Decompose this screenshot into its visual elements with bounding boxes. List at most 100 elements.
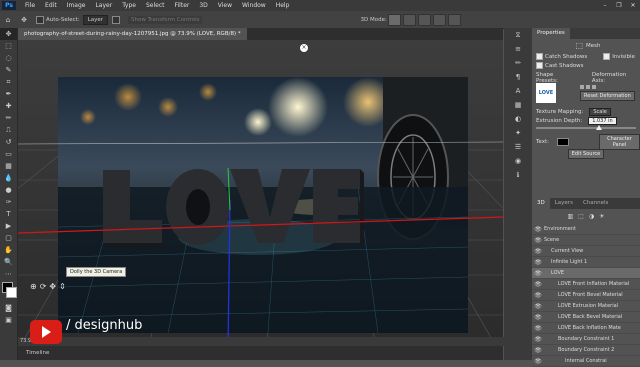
list-item[interactable]: 👁 LOVE Extrusion Material <box>532 301 640 312</box>
text-color-swatch[interactable] <box>556 137 569 146</box>
paragraph-icon[interactable]: ¶ <box>504 70 532 84</box>
reset-deformation-button[interactable]: Reset Deformation <box>580 91 635 101</box>
roll-camera-icon[interactable]: ⟳ <box>40 282 47 291</box>
libraries-icon[interactable]: ☰ <box>504 140 532 154</box>
list-item[interactable]: 👁 Current View <box>532 246 640 257</box>
list-item[interactable]: 👁 LOVE Front Inflation Material <box>532 279 640 290</box>
visibility-eye-icon[interactable]: 👁 <box>534 226 542 233</box>
tab-layers[interactable]: Layers <box>550 198 578 209</box>
extrusion-depth-input[interactable]: 1.037 in <box>588 116 617 125</box>
history-brush-icon[interactable]: ↺ <box>0 136 17 148</box>
minimize-button[interactable]: – <box>598 0 612 11</box>
color-icon[interactable]: ◉ <box>504 154 532 168</box>
edit-source-button[interactable]: Edit Source <box>567 149 605 159</box>
move-icon[interactable]: ✥ <box>0 28 17 40</box>
filter-light-icon[interactable]: ☀ <box>599 213 604 220</box>
stamp-icon[interactable]: ⎍ <box>0 124 17 136</box>
zoom-icon[interactable]: 🔍 <box>0 256 17 268</box>
filter-material-icon[interactable]: ◑ <box>589 213 594 220</box>
more-tools-icon[interactable]: ⋯ <box>0 268 17 280</box>
maximize-button[interactable]: ❐ <box>612 0 626 11</box>
menu-type[interactable]: Type <box>117 2 141 9</box>
dodge-icon[interactable]: ● <box>0 184 17 196</box>
screen-mode-icon[interactable]: ▣ <box>0 314 17 326</box>
auto-select-dropdown[interactable]: Layer <box>82 14 109 25</box>
gradient-icon[interactable]: ▦ <box>0 160 17 172</box>
crop-icon[interactable]: ⌗ <box>0 76 17 88</box>
texture-mapping-select[interactable]: Scale <box>589 107 611 116</box>
filter-scene-icon[interactable]: ▥ <box>568 213 574 220</box>
list-item[interactable]: 👁 Environment <box>532 224 640 235</box>
catch-shadows-checkbox[interactable] <box>536 53 543 60</box>
hand-icon[interactable]: ✋ <box>0 244 17 256</box>
list-item[interactable]: 👁 LOVE <box>532 268 640 279</box>
history-icon[interactable]: ⧖ <box>504 28 532 42</box>
menu-3d[interactable]: 3D <box>194 2 212 9</box>
menu-select[interactable]: Select <box>141 2 170 9</box>
swatches-icon[interactable]: ▦ <box>504 98 532 112</box>
roll-3d-icon[interactable] <box>402 13 416 26</box>
filter-mesh-icon[interactable]: ⬚ <box>578 213 584 220</box>
drag-3d-icon[interactable] <box>417 13 431 26</box>
list-item[interactable]: 👁 Boundary Constraint 1 <box>532 334 640 345</box>
character-icon[interactable]: A <box>504 84 532 98</box>
close-button[interactable]: ✕ <box>626 0 640 11</box>
dolly-camera-icon[interactable]: ⇕ <box>59 282 66 291</box>
brush-icon[interactable]: ✏ <box>0 112 17 124</box>
tab-3d[interactable]: 3D <box>532 198 550 209</box>
visibility-eye-icon[interactable]: 👁 <box>534 347 542 354</box>
auto-select-checkbox[interactable] <box>36 15 44 24</box>
close-document-icon[interactable]: × <box>300 44 308 52</box>
color-swatches[interactable] <box>0 280 17 302</box>
visibility-eye-icon[interactable]: 👁 <box>534 358 542 365</box>
styles-icon[interactable]: ✦ <box>504 126 532 140</box>
menu-view[interactable]: View <box>213 2 237 9</box>
character-panel-button[interactable]: Character Panel <box>598 133 640 150</box>
marquee-icon[interactable]: ⬚ <box>0 40 17 52</box>
invisible-checkbox[interactable] <box>603 53 611 60</box>
list-item[interactable]: 👁 Scene <box>532 235 640 246</box>
cast-shadows-checkbox[interactable] <box>536 62 543 69</box>
list-item[interactable]: 👁 LOVE Back Bevel Material <box>532 312 640 323</box>
visibility-eye-icon[interactable]: 👁 <box>534 281 542 288</box>
eyedropper-icon[interactable]: ✒ <box>0 88 17 100</box>
quick-select-icon[interactable]: ✎ <box>0 64 17 76</box>
list-item[interactable]: 👁 Infinite Light 1 <box>532 257 640 268</box>
quick-mask-icon[interactable]: ◙ <box>0 302 17 314</box>
menu-edit[interactable]: Edit <box>40 2 62 9</box>
path-select-icon[interactable]: ▶ <box>0 220 17 232</box>
canvas-area[interactable]: × ⊕ ⟳ ✥ ⇕ <box>18 40 503 350</box>
list-item[interactable]: 👁 Internal Constrai <box>532 356 640 367</box>
document-tab[interactable]: photography-of-street-during-rainy-day-1… <box>18 28 247 40</box>
menu-help[interactable]: Help <box>271 2 295 9</box>
show-transform-checkbox[interactable] <box>112 15 121 24</box>
visibility-eye-icon[interactable]: 👁 <box>534 314 542 321</box>
blur-icon[interactable]: 💧 <box>0 172 17 184</box>
extrusion-slider-thumb[interactable] <box>596 125 602 130</box>
pan-camera-icon[interactable]: ✥ <box>49 282 56 291</box>
list-item[interactable]: 👁 Boundary Constraint 2 <box>532 345 640 356</box>
menu-filter[interactable]: Filter <box>170 2 195 9</box>
menu-window[interactable]: Window <box>237 2 271 9</box>
visibility-eye-icon[interactable]: 👁 <box>534 259 542 266</box>
type-icon[interactable]: T <box>0 208 17 220</box>
shape-preset-thumbnail[interactable]: LOVE <box>536 83 556 103</box>
eraser-icon[interactable]: ▭ <box>0 148 17 160</box>
menu-file[interactable]: File <box>20 2 40 9</box>
visibility-eye-icon[interactable]: 👁 <box>534 270 542 277</box>
properties-icon[interactable]: ≡ <box>504 42 532 56</box>
visibility-eye-icon[interactable]: 👁 <box>534 325 542 332</box>
info-icon[interactable]: ℹ <box>504 168 532 182</box>
visibility-eye-icon[interactable]: 👁 <box>534 336 542 343</box>
orbit-3d-icon[interactable] <box>387 13 401 26</box>
lasso-icon[interactable]: ◌ <box>0 52 17 64</box>
tab-channels[interactable]: Channels <box>578 198 613 209</box>
list-item[interactable]: 👁 LOVE Front Bevel Material <box>532 290 640 301</box>
orbit-camera-icon[interactable]: ⊕ <box>30 282 37 291</box>
visibility-eye-icon[interactable]: 👁 <box>534 303 542 310</box>
background-color[interactable] <box>6 287 17 298</box>
healing-icon[interactable]: ✚ <box>0 100 17 112</box>
visibility-eye-icon[interactable]: 👁 <box>534 237 542 244</box>
extrusion-slider[interactable] <box>536 125 636 130</box>
list-item[interactable]: 👁 LOVE Back Inflation Mate <box>532 323 640 334</box>
